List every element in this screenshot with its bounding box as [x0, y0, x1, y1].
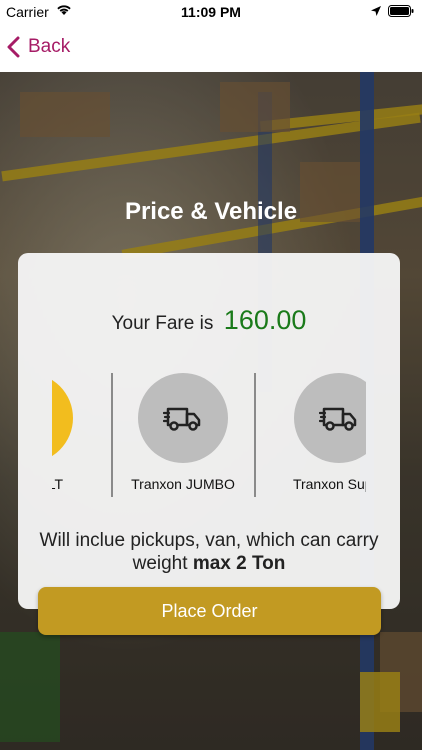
- vehicle-divider: [254, 373, 256, 497]
- vehicle-circle: [294, 373, 366, 463]
- vehicle-option-jumbo[interactable]: Tranxon JUMBO: [112, 370, 254, 500]
- chevron-left-icon: [7, 36, 20, 58]
- vehicle-circle: [52, 373, 73, 463]
- status-bar: Carrier 11:09 PM: [0, 0, 422, 24]
- truck-icon: [319, 407, 357, 431]
- vehicle-description: Will inclue pickups, van, which can carr…: [28, 529, 390, 575]
- fare-value: 160.00: [223, 305, 307, 335]
- description-emphasis: max 2 Ton: [192, 553, 286, 574]
- vehicle-strip: Tranxon LT Tranxon JUMBO: [52, 370, 366, 500]
- page-title: Price & Vehicle: [124, 198, 298, 225]
- status-time: 11:09 PM: [181, 4, 241, 20]
- vehicle-circle: [138, 373, 228, 463]
- vehicle-option-lt[interactable]: Tranxon LT: [52, 370, 99, 500]
- vehicle-name: Tranxon LT: [52, 476, 64, 492]
- fare-label: Your Fare is: [111, 313, 214, 334]
- back-label: Back: [28, 36, 71, 57]
- vehicle-carousel[interactable]: Tranxon LT Tranxon JUMBO: [52, 370, 366, 500]
- nav-bar: Back: [0, 24, 422, 72]
- battery-icon: [388, 5, 414, 17]
- truck-icon: [163, 407, 201, 431]
- vehicle-name: Tranxon JUMBO: [131, 476, 235, 492]
- fare-card: Your Fare is 160.00 Tranxon LT: [18, 253, 400, 609]
- fare-row: Your Fare is 160.00: [18, 305, 400, 336]
- location-arrow-icon: [371, 6, 381, 16]
- place-order-button[interactable]: Place Order: [38, 587, 381, 635]
- back-button[interactable]: Back: [6, 36, 70, 58]
- vehicle-option-super[interactable]: Tranxon Super: [268, 370, 366, 500]
- vehicle-name: Tranxon Super: [292, 476, 366, 492]
